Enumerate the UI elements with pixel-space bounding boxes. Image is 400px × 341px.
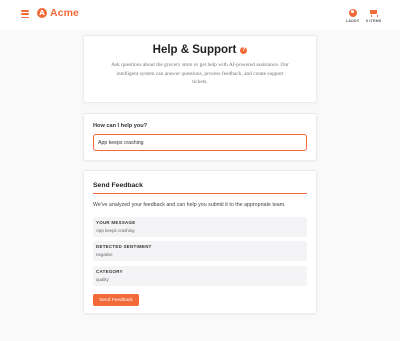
cart-icon — [369, 9, 379, 17]
cart-count-label: 0 ITEMS — [366, 19, 382, 23]
feedback-title: Send Feedback — [93, 182, 143, 189]
sentiment-field-label: DETECTED SENTIMENT — [96, 244, 152, 249]
question-input[interactable] — [93, 134, 307, 151]
logo-icon: A — [37, 8, 47, 18]
sentiment-field: DETECTED SENTIMENT negative — [93, 241, 307, 261]
brand-logo[interactable]: A Acme — [37, 7, 79, 19]
page-description: Ask questions about the grocery store or… — [111, 62, 289, 86]
top-header: A Acme LADDY 0 ITEMS — [0, 0, 400, 30]
message-field: YOUR MESSAGE App keeps crashing — [93, 217, 307, 237]
user-icon — [348, 9, 357, 17]
question-card: How can I help you? — [83, 113, 317, 161]
page-title-text: Help & Support — [152, 44, 237, 56]
sentiment-field-value: negative — [96, 252, 113, 257]
category-field: CATEGORY quality — [93, 266, 307, 286]
brand-name: Acme — [50, 7, 79, 19]
feedback-title-divider — [93, 193, 307, 194]
account-label: LADDY — [346, 19, 360, 23]
page-title: Help & Support ? — [84, 44, 316, 56]
hamburger-menu-icon[interactable] — [21, 10, 29, 18]
category-field-value: quality — [96, 277, 109, 282]
feedback-card: Send Feedback We've analyzed your feedba… — [83, 170, 317, 314]
feedback-description: We've analyzed your feedback and can hel… — [93, 202, 286, 208]
cart-button[interactable]: 0 ITEMS — [366, 9, 381, 23]
account-button[interactable]: LADDY — [346, 9, 359, 23]
category-field-label: CATEGORY — [96, 269, 123, 274]
message-field-value: App keeps crashing — [96, 228, 135, 233]
question-label: How can I help you? — [93, 123, 148, 129]
send-feedback-button[interactable]: Send Feedback — [93, 294, 139, 306]
message-field-label: YOUR MESSAGE — [96, 220, 136, 225]
help-question-icon: ? — [240, 46, 248, 54]
help-intro-card: Help & Support ? Ask questions about the… — [83, 35, 317, 103]
